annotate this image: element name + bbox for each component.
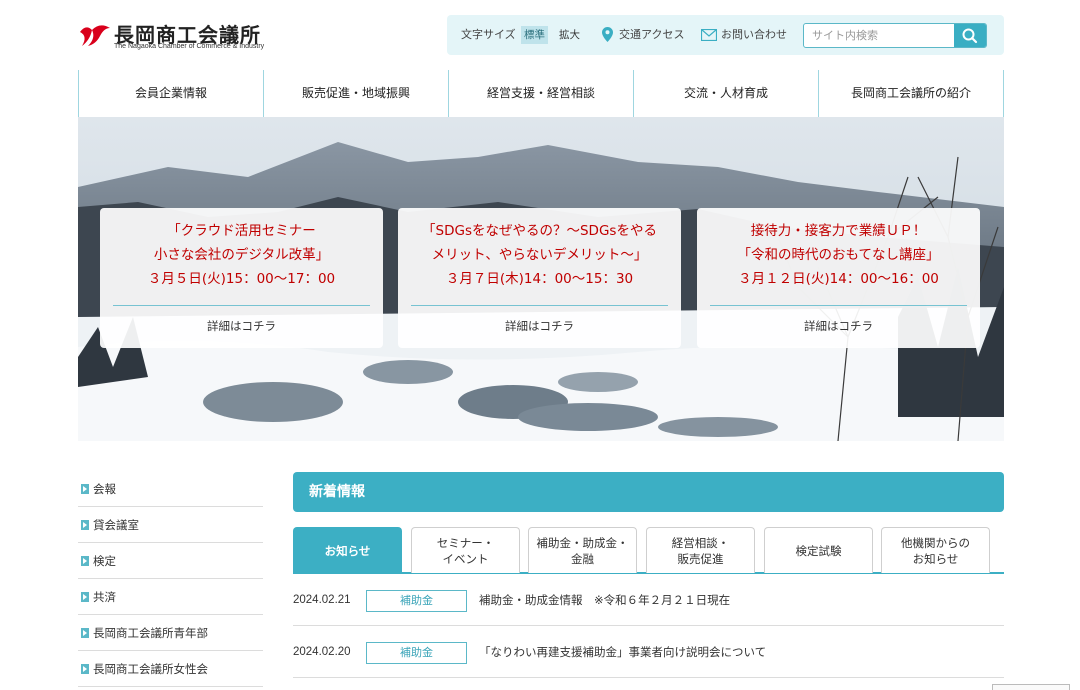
sidebar-item-label: 長岡商工会議所女性会 [93, 662, 208, 676]
tab-label: イベント [442, 551, 489, 566]
nav-sales-promotion[interactable]: 販売促進・地域振興 [264, 70, 449, 117]
sidebar-item-mutual-aid[interactable]: 共済 [78, 579, 263, 615]
event-card-title-line: 「SDGsをなぜやるの？〜SDGsをやる [422, 223, 657, 239]
arrow-right-icon [81, 664, 89, 674]
event-card-title-line: 接待力・接客力で業績ＵＰ！ [750, 223, 927, 239]
tab-label: お知らせ [912, 551, 959, 566]
arrow-right-icon [81, 520, 89, 530]
category-badge: 補助金 [366, 590, 467, 612]
tab-label: セミナー・ [436, 535, 495, 550]
font-size-standard-button[interactable]: 標準 [521, 26, 548, 44]
event-card-hospitality[interactable]: 接待力・接客力で業績ＵＰ！ 「令和の時代のおもてなし講座」 ３月１２日(火)14… [697, 208, 980, 348]
news-title[interactable]: 「なりわい再建支援補助金」事業者向け説明会について [479, 626, 766, 678]
nav-about[interactable]: 長岡商工会議所の紹介 [819, 70, 1004, 117]
news-title[interactable]: 補助金・助成金情報 ※令和６年２月２１日現在 [479, 574, 730, 626]
tab-label: 金融 [571, 551, 594, 566]
search-icon [962, 28, 978, 44]
event-card-date: ３月７日(木)14：00〜15：30 [445, 271, 634, 287]
tab-subsidies[interactable]: 補助金・助成金・ 金融 [528, 527, 637, 573]
news-tabs: お知らせ セミナー・ イベント 補助金・助成金・ 金融 経営相談・ 販売促進 検定試験… [293, 527, 1004, 574]
category-badge: 補助金 [366, 642, 467, 664]
sidebar-item-label: 会報 [93, 482, 116, 496]
tab-label: 販売促進 [677, 551, 724, 566]
tab-notices[interactable]: お知らせ [293, 527, 402, 573]
sidebar-item-label: 共済 [93, 590, 116, 604]
sidebar-item-label: 検定 [93, 554, 116, 568]
sidebar-item-bulletin[interactable]: 会報 [78, 471, 263, 507]
tab-exams[interactable]: 検定試験 [764, 527, 873, 573]
hero-banner: 「クラウド活用セミナー 小さな会社のデジタル改革」 ３月５日(火)15：00〜1… [78, 117, 1004, 441]
event-card-details-link[interactable]: 詳細はコチラ [697, 318, 980, 334]
search-box [803, 23, 987, 48]
search-button[interactable] [954, 24, 986, 47]
news-item[interactable]: 2024.02.20 補助金 「なりわい再建支援補助金」事業者向け説明会について [293, 626, 1004, 678]
event-card-sdgs[interactable]: 「SDGsをなぜやるの？〜SDGsをやる メリット、やらないデメリット〜」 ３月… [398, 208, 681, 348]
news-date: 2024.02.21 [293, 594, 351, 606]
card-divider [710, 305, 967, 306]
sidebar-item-label: 長岡商工会議所青年部 [93, 626, 208, 640]
logo-subtitle: The Nagaoka Chamber of Commerce & Indust… [114, 43, 265, 50]
utility-bar: 文字サイズ 標準 拡大 交通アクセス お問い合わせ [447, 15, 1004, 55]
arrow-right-icon [81, 592, 89, 602]
news-item[interactable]: 2024.02.21 補助金 補助金・助成金情報 ※令和６年２月２１日現在 [293, 574, 1004, 626]
font-size-label: 文字サイズ [461, 28, 516, 41]
news-date: 2024.02.20 [293, 646, 351, 658]
tab-label: 検定試験 [795, 543, 842, 558]
event-card-date: ３月１２日(火)14：00〜16：00 [738, 271, 939, 287]
arrow-right-icon [81, 484, 89, 494]
sidebar-menu: 会報 貸会議室 検定 共済 長岡商工会議所青年部 長岡商工会議所女性会 [78, 471, 263, 687]
event-card-cloud-seminar[interactable]: 「クラウド活用セミナー 小さな会社のデジタル改革」 ３月５日(火)15：00〜1… [100, 208, 383, 348]
search-input[interactable] [804, 24, 956, 47]
event-card-title-line: 「令和の時代のおもてなし講座」 [737, 247, 940, 263]
nav-member-companies[interactable]: 会員企業情報 [79, 70, 264, 117]
event-card-title-line: 「クラウド活用セミナー [167, 223, 316, 239]
site-logo[interactable]: 長岡商工会議所 The Nagaoka Chamber of Commerce … [78, 18, 278, 54]
event-card-title-line: 小さな会社のデジタル改革」 [153, 247, 330, 263]
event-card-title-line: メリット、やらないデメリット〜」 [431, 247, 648, 263]
event-card-details-link[interactable]: 詳細はコチラ [100, 318, 383, 334]
event-card-details-link[interactable]: 詳細はコチラ [398, 318, 681, 334]
tab-other-agencies[interactable]: 他機関からの お知らせ [881, 527, 990, 573]
page-top-button[interactable] [992, 684, 1070, 690]
sidebar-item-youth-group[interactable]: 長岡商工会議所青年部 [78, 615, 263, 651]
tab-label: お知らせ [324, 543, 371, 558]
access-link[interactable]: 交通アクセス [619, 15, 684, 55]
tab-consulting[interactable]: 経営相談・ 販売促進 [646, 527, 755, 573]
event-card-date: ３月５日(火)15：00〜17：00 [147, 271, 336, 287]
card-divider [113, 305, 370, 306]
tab-label: 他機関からの [901, 535, 970, 550]
chamber-logo-icon [80, 25, 110, 46]
tab-label: 経営相談・ [671, 535, 730, 550]
sidebar-item-womens-group[interactable]: 長岡商工会議所女性会 [78, 651, 263, 687]
tab-label: 補助金・助成金・ [536, 535, 629, 550]
mail-icon [701, 29, 717, 41]
arrow-right-icon [81, 556, 89, 566]
tab-seminars-events[interactable]: セミナー・ イベント [411, 527, 520, 573]
arrow-right-icon [81, 628, 89, 638]
news-heading: 新着情報 [293, 472, 1004, 512]
nav-exchange-training[interactable]: 交流・人材育成 [634, 70, 819, 117]
map-pin-icon [602, 27, 613, 42]
sidebar-item-certification[interactable]: 検定 [78, 543, 263, 579]
contact-link[interactable]: お問い合わせ [721, 15, 787, 55]
font-size-large-button[interactable]: 拡大 [556, 26, 583, 44]
sidebar-item-rental-rooms[interactable]: 貸会議室 [78, 507, 263, 543]
global-nav: 会員企業情報 販売促進・地域振興 経営支援・経営相談 交流・人材育成 長岡商工会… [78, 70, 1004, 117]
card-divider [411, 305, 668, 306]
nav-business-support[interactable]: 経営支援・経営相談 [449, 70, 634, 117]
sidebar-item-label: 貸会議室 [93, 518, 139, 532]
